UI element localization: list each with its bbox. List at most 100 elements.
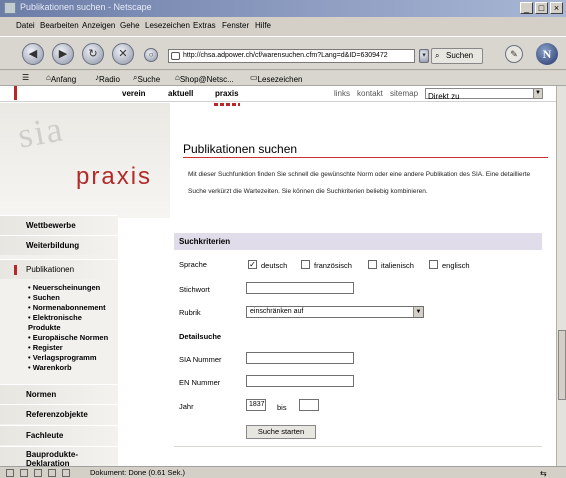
nav-aktuell[interactable]: aktuell xyxy=(168,89,193,98)
intro-text: Mit dieser Suchfunktion finden Sie schne… xyxy=(188,171,531,195)
rubrik-label: Rubrik xyxy=(179,308,201,317)
rubrik-select-value: einschränken auf xyxy=(250,308,304,315)
sidebar-item-referenzobjekte[interactable]: Referenzobjekte xyxy=(0,404,118,424)
component-icon[interactable] xyxy=(62,469,70,477)
nav-praxis[interactable]: praxis xyxy=(215,89,239,98)
checkbox-deutsch[interactable]: ✓ xyxy=(248,260,257,269)
link-sitemap[interactable]: sitemap xyxy=(390,89,418,98)
link-kontakt[interactable]: kontakt xyxy=(357,89,383,98)
jahr-label: Jahr xyxy=(179,402,194,411)
reload-icon[interactable]: ↻ xyxy=(82,43,104,65)
jahr-from-input[interactable]: 1837 xyxy=(246,399,266,411)
sidebar-item-label: Referenzobjekte xyxy=(26,410,88,419)
jahr-to-input[interactable] xyxy=(299,399,319,411)
chevron-down-icon: ▼ xyxy=(533,89,542,98)
active-marker xyxy=(14,265,17,275)
bookmark-anfang[interactable]: ⌂ Anfang xyxy=(46,73,76,84)
search-button[interactable]: ⌕ Suchen xyxy=(431,48,483,64)
direct-select[interactable]: Direkt zu ▼ xyxy=(425,88,543,101)
maximize-button[interactable]: □ xyxy=(535,2,548,14)
stichwort-input[interactable] xyxy=(246,282,354,294)
sub-item-verlagsprogramm[interactable]: • Verlagsprogramm xyxy=(28,353,108,363)
scrollbar-thumb[interactable] xyxy=(558,330,566,400)
bookmark-radio-label: Radio xyxy=(99,75,120,84)
sidebar-item-bauprodukte[interactable]: Bauprodukte-Deklaration xyxy=(0,446,118,466)
logo-area: sia praxis xyxy=(0,103,170,218)
site-navigation: verein aktuell praxis links kontakt site… xyxy=(0,86,556,102)
menu-bar: Datei Bearbeiten Anzeigen Gehe Lesezeich… xyxy=(0,18,566,35)
status-text: Dokument: Done (0.61 Sek.) xyxy=(90,468,186,477)
back-icon[interactable]: ◀ xyxy=(22,43,44,65)
sub-item-produkte[interactable]: Produkte xyxy=(28,323,108,333)
sidebar-item-fachleute[interactable]: Fachleute xyxy=(0,425,118,445)
active-nav-indicator xyxy=(214,103,240,106)
bookmark-shop-label: Shop@Netsc... xyxy=(179,75,234,84)
sub-navigation: • Neuerscheinungen • Suchen • Normenabon… xyxy=(28,283,108,373)
menu-fenster[interactable]: Fenster xyxy=(222,21,249,30)
menu-hilfe[interactable]: Hilfe xyxy=(255,21,271,30)
url-text: http://chsa.adpower.ch/cf/warensuchen.cf… xyxy=(183,52,388,59)
direct-select-value: Direkt zu xyxy=(428,92,460,101)
navigation-toolbar: ◀ ▶ ↻ ✕ ○ http://chsa.adpower.ch/cf/ware… xyxy=(0,36,566,70)
bookmark-lesezeichen-label: Lesezeichen xyxy=(257,75,303,84)
url-field[interactable]: http://chsa.adpower.ch/cf/warensuchen.cf… xyxy=(168,49,415,63)
bookmark-suche[interactable]: ⌕ Suche xyxy=(133,73,160,84)
menu-anzeigen[interactable]: Anzeigen xyxy=(82,21,115,30)
menu-gehe[interactable]: Gehe xyxy=(120,21,140,30)
netscape-logo-icon[interactable]: N xyxy=(536,43,558,65)
minimize-button[interactable]: _ xyxy=(520,2,533,14)
bookmark-suche-label: Suche xyxy=(137,75,161,84)
print-icon[interactable]: ✎ xyxy=(505,45,523,63)
sub-item-suchen[interactable]: • Suchen xyxy=(28,293,108,303)
sub-item-register[interactable]: • Register xyxy=(28,343,108,353)
search-button-label: Suchen xyxy=(446,51,474,60)
search-submit-button[interactable]: Suche starten xyxy=(246,425,316,439)
checkbox-franzoesisch[interactable] xyxy=(301,260,310,269)
menu-datei[interactable]: Datei xyxy=(16,21,35,30)
close-button[interactable]: × xyxy=(550,2,563,14)
aim-icon[interactable] xyxy=(34,469,42,477)
en-nummer-input[interactable] xyxy=(246,375,354,387)
checkbox-englisch[interactable] xyxy=(429,260,438,269)
sub-item-normenabonnement[interactable]: • Normenabonnement xyxy=(28,303,108,313)
addressbook-icon[interactable] xyxy=(48,469,56,477)
composer-icon[interactable] xyxy=(20,469,28,477)
sidebar-item-label: Publikationen xyxy=(26,265,75,274)
sidebar-item-label: Fachleute xyxy=(26,431,64,440)
sub-item-europaeische-normen[interactable]: • Europäische Normen xyxy=(28,333,108,343)
page-icon xyxy=(171,52,180,60)
page-title: Publikationen suchen xyxy=(183,142,298,156)
sub-item-neuerscheinungen[interactable]: • Neuerscheinungen xyxy=(28,283,108,293)
bookmark-lesezeichen[interactable]: ▭ Lesezeichen xyxy=(250,73,302,84)
bookmark-shop[interactable]: ⌂ Shop@Netsc... xyxy=(175,73,234,84)
mail-icon[interactable] xyxy=(6,469,14,477)
sia-nummer-input[interactable] xyxy=(246,352,354,364)
praxis-logo: praxis xyxy=(76,163,153,190)
toolbar-grip-icon: ☰ xyxy=(22,73,30,82)
sub-item-elektronische[interactable]: • Elektronische xyxy=(28,313,108,323)
forward-icon[interactable]: ▶ xyxy=(52,43,74,65)
menu-extras[interactable]: Extras xyxy=(193,21,216,30)
sidebar-item-label: Weiterbildung xyxy=(26,241,80,250)
sidebar-item-label: Normen xyxy=(26,390,57,399)
vertical-scrollbar[interactable] xyxy=(556,86,566,466)
checkbox-italienisch[interactable] xyxy=(368,260,377,269)
menu-lesezeichen[interactable]: Lesezeichen xyxy=(145,21,190,30)
status-bar: Dokument: Done (0.61 Sek.) ⇆ xyxy=(0,466,566,478)
sidebar-item-weiterbildung[interactable]: Weiterbildung xyxy=(0,235,118,255)
sidebar-item-wettbewerbe[interactable]: Wettbewerbe xyxy=(0,215,118,235)
en-nummer-label: EN Nummer xyxy=(179,378,221,387)
home-icon[interactable]: ○ xyxy=(144,48,158,62)
stop-icon[interactable]: ✕ xyxy=(112,43,134,65)
nav-verein[interactable]: verein xyxy=(122,89,146,98)
sidebar-item-publikationen[interactable]: Publikationen xyxy=(0,259,118,279)
bookmark-radio[interactable]: ♪ Radio xyxy=(95,73,120,84)
window-title: Publikationen suchen - Netscape xyxy=(20,2,152,12)
menu-bearbeiten[interactable]: Bearbeiten xyxy=(40,21,79,30)
link-links[interactable]: links xyxy=(334,89,350,98)
chevron-down-icon: ▼ xyxy=(413,307,423,317)
sub-item-warenkorb[interactable]: • Warenkorb xyxy=(28,363,108,373)
dropdown-icon[interactable]: ▾ xyxy=(419,49,429,63)
sidebar-item-normen[interactable]: Normen xyxy=(0,384,118,404)
rubrik-select[interactable]: einschränken auf ▼ xyxy=(246,306,424,318)
